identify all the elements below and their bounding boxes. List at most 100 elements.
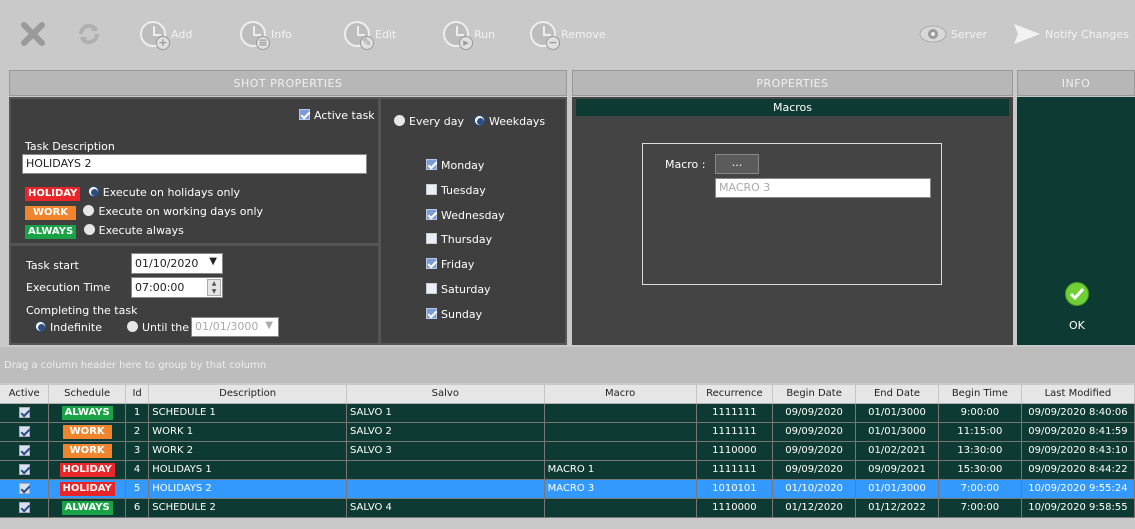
work-option[interactable]: WORK Execute on working days only: [25, 205, 263, 220]
eye-icon: [918, 19, 948, 49]
schedule-badge: ALWAYS: [61, 405, 113, 420]
day-checkbox-wednesday[interactable]: Wednesday: [426, 208, 505, 222]
always-option[interactable]: ALWAYS Execute always: [25, 224, 184, 239]
cell-last-modified: 10/09/2020 9:55:24: [1021, 479, 1135, 499]
checkbox-checked-icon[interactable]: [18, 425, 30, 437]
column-header-schedule[interactable]: Schedule: [48, 385, 126, 404]
column-header-begin-date[interactable]: Begin Date: [772, 385, 857, 404]
column-header-end-date[interactable]: End Date: [855, 385, 939, 404]
holiday-option[interactable]: HOLIDAY Execute on holidays only: [25, 186, 240, 201]
radio-icon: [83, 224, 95, 235]
checkbox-checked-icon[interactable]: [18, 406, 30, 418]
macro-label: Macro :: [665, 158, 706, 171]
active-task-checkbox[interactable]: Active task: [299, 109, 375, 122]
day-checkbox-friday[interactable]: Friday: [426, 258, 474, 271]
properties-header: PROPERTIES: [572, 70, 1013, 96]
checkbox-icon: [426, 183, 437, 195]
spinner-icon[interactable]: ▲ ▼: [207, 279, 221, 296]
cell-last-modified: 09/09/2020 8:41:59: [1021, 422, 1135, 442]
until-datepicker[interactable]: 01/01/3000 ▼: [191, 317, 279, 337]
table-row[interactable]: WORK 3 WORK 2 SALVO 3 1110000 09/09/2020 01/02…: [0, 441, 1135, 461]
table-row[interactable]: ALWAYS 1 SCHEDULE 1 SALVO 1 1111111 09/09/202…: [0, 403, 1135, 423]
column-header-macro[interactable]: Macro: [544, 385, 697, 404]
shot-properties-header: SHOT PROPERTIES: [9, 70, 567, 96]
table-row[interactable]: WORK 2 WORK 1 SALVO 2 1111111 09/09/2020 01/01…: [0, 422, 1135, 442]
ok-check-icon[interactable]: [1065, 282, 1089, 306]
checkbox-checked-icon[interactable]: [18, 501, 30, 513]
clock-add-icon: +: [138, 19, 170, 50]
cell-description: HOLIDAYS 1: [148, 460, 347, 480]
weekdays-option[interactable]: Weekdays: [474, 115, 545, 128]
indefinite-option[interactable]: Indefinite: [35, 321, 102, 334]
checkbox-checked-icon[interactable]: [18, 482, 30, 494]
until-option[interactable]: Until the: [127, 321, 189, 334]
cell-begin-time: 7:00:00: [938, 498, 1022, 518]
cell-begin-time: 11:15:00: [938, 422, 1022, 442]
day-checkbox-sunday[interactable]: Sunday: [426, 307, 482, 321]
cell-description: SCHEDULE 2: [148, 498, 347, 518]
run-button[interactable]: ▸ Run: [441, 18, 495, 50]
refresh-icon: [74, 19, 104, 49]
cell-recurrence: 1110000: [696, 441, 774, 461]
checkbox-checked-icon: [426, 159, 437, 170]
column-header-begin-time[interactable]: Begin Time: [938, 385, 1022, 404]
refresh-button[interactable]: [74, 18, 107, 50]
column-header-id[interactable]: Id: [125, 385, 150, 404]
close-button[interactable]: [18, 18, 51, 50]
cell-recurrence: 1010101: [696, 479, 774, 499]
add-button[interactable]: + Add: [138, 18, 192, 50]
table-row[interactable]: HOLIDAY 5 HOLIDAYS 2 MACRO 3 1010101 01/10/20…: [0, 479, 1135, 499]
checkbox-checked-icon[interactable]: [18, 463, 30, 475]
cell-recurrence: 1110000: [696, 498, 774, 518]
edit-button[interactable]: ✎ Edit: [342, 18, 396, 50]
cell-recurrence: 1111111: [696, 460, 774, 480]
cell-description: WORK 2: [148, 441, 347, 461]
cell-active: [0, 460, 50, 480]
column-header-last-modified[interactable]: Last Modified: [1021, 385, 1135, 404]
column-header-salvo[interactable]: Salvo: [346, 385, 545, 404]
cell-schedule: ALWAYS: [48, 498, 126, 518]
weekdays-label: Weekdays: [489, 115, 546, 128]
table-row[interactable]: ALWAYS 6 SCHEDULE 2 SALVO 4 1110000 01/12/202…: [0, 498, 1135, 518]
column-header-recurrence[interactable]: Recurrence: [696, 385, 774, 404]
day-checkbox-monday[interactable]: Monday: [426, 159, 484, 172]
execution-time-value: 07:00:00: [135, 281, 185, 294]
edit-label: Edit: [375, 27, 397, 41]
timing-section: Task start 01/10/2020 ▼ Execution Time 0…: [11, 246, 378, 343]
task-start-datepicker[interactable]: 01/10/2020 ▼: [131, 253, 223, 274]
every-day-option[interactable]: Every day: [394, 115, 464, 128]
day-checkbox-thursday[interactable]: Thursday: [426, 233, 492, 246]
cell-begin-date: 09/09/2020: [772, 422, 857, 442]
column-header-description[interactable]: Description: [148, 385, 347, 404]
cell-salvo: SALVO 2: [346, 422, 545, 442]
day-label: Thursday: [441, 233, 493, 247]
remove-button[interactable]: − Remove: [528, 18, 606, 50]
cell-recurrence: 1111111: [696, 403, 774, 423]
table-row[interactable]: HOLIDAY 4 HOLIDAYS 1 MACRO 1 1111111 09/09/20…: [0, 460, 1135, 480]
column-header-active[interactable]: Active: [0, 385, 50, 404]
cell-active: [0, 403, 50, 423]
execution-time-label: Execution Time: [26, 281, 111, 294]
day-checkbox-saturday[interactable]: Saturday: [426, 283, 491, 296]
grid-body: ALWAYS 1 SCHEDULE 1 SALVO 1 1111111 09/09/202…: [0, 403, 1135, 518]
server-button[interactable]: Server: [918, 18, 987, 50]
task-description-input[interactable]: HOLIDAYS 2: [22, 154, 367, 174]
notify-changes-button[interactable]: Notify Changes: [1012, 18, 1129, 50]
cell-last-modified: 09/09/2020 8:40:06: [1021, 403, 1135, 423]
cell-active: [0, 441, 50, 461]
properties-panel: Macros Macro : ... MACRO 3: [572, 97, 1013, 345]
cell-last-modified: 10/09/2020 9:58:55: [1021, 498, 1135, 518]
cell-id: 5: [125, 479, 150, 499]
execution-time-input[interactable]: 07:00:00 ▲ ▼: [131, 277, 223, 298]
task-section: Active task Task Description HOLIDAYS 2 …: [11, 99, 378, 243]
run-label: Run: [474, 27, 496, 41]
group-by-area[interactable]: Drag a column header here to group by th…: [0, 347, 1135, 383]
ok-button-label[interactable]: OK: [1069, 319, 1085, 332]
day-checkbox-tuesday[interactable]: Tuesday: [426, 183, 486, 197]
macro-input[interactable]: MACRO 3: [715, 178, 931, 198]
cell-begin-date: 01/12/2020: [772, 498, 857, 518]
checkbox-checked-icon: [426, 208, 437, 220]
info-button[interactable]: ≡ Info: [238, 18, 292, 50]
macro-browse-button[interactable]: ...: [715, 154, 759, 174]
checkbox-checked-icon[interactable]: [18, 444, 30, 456]
